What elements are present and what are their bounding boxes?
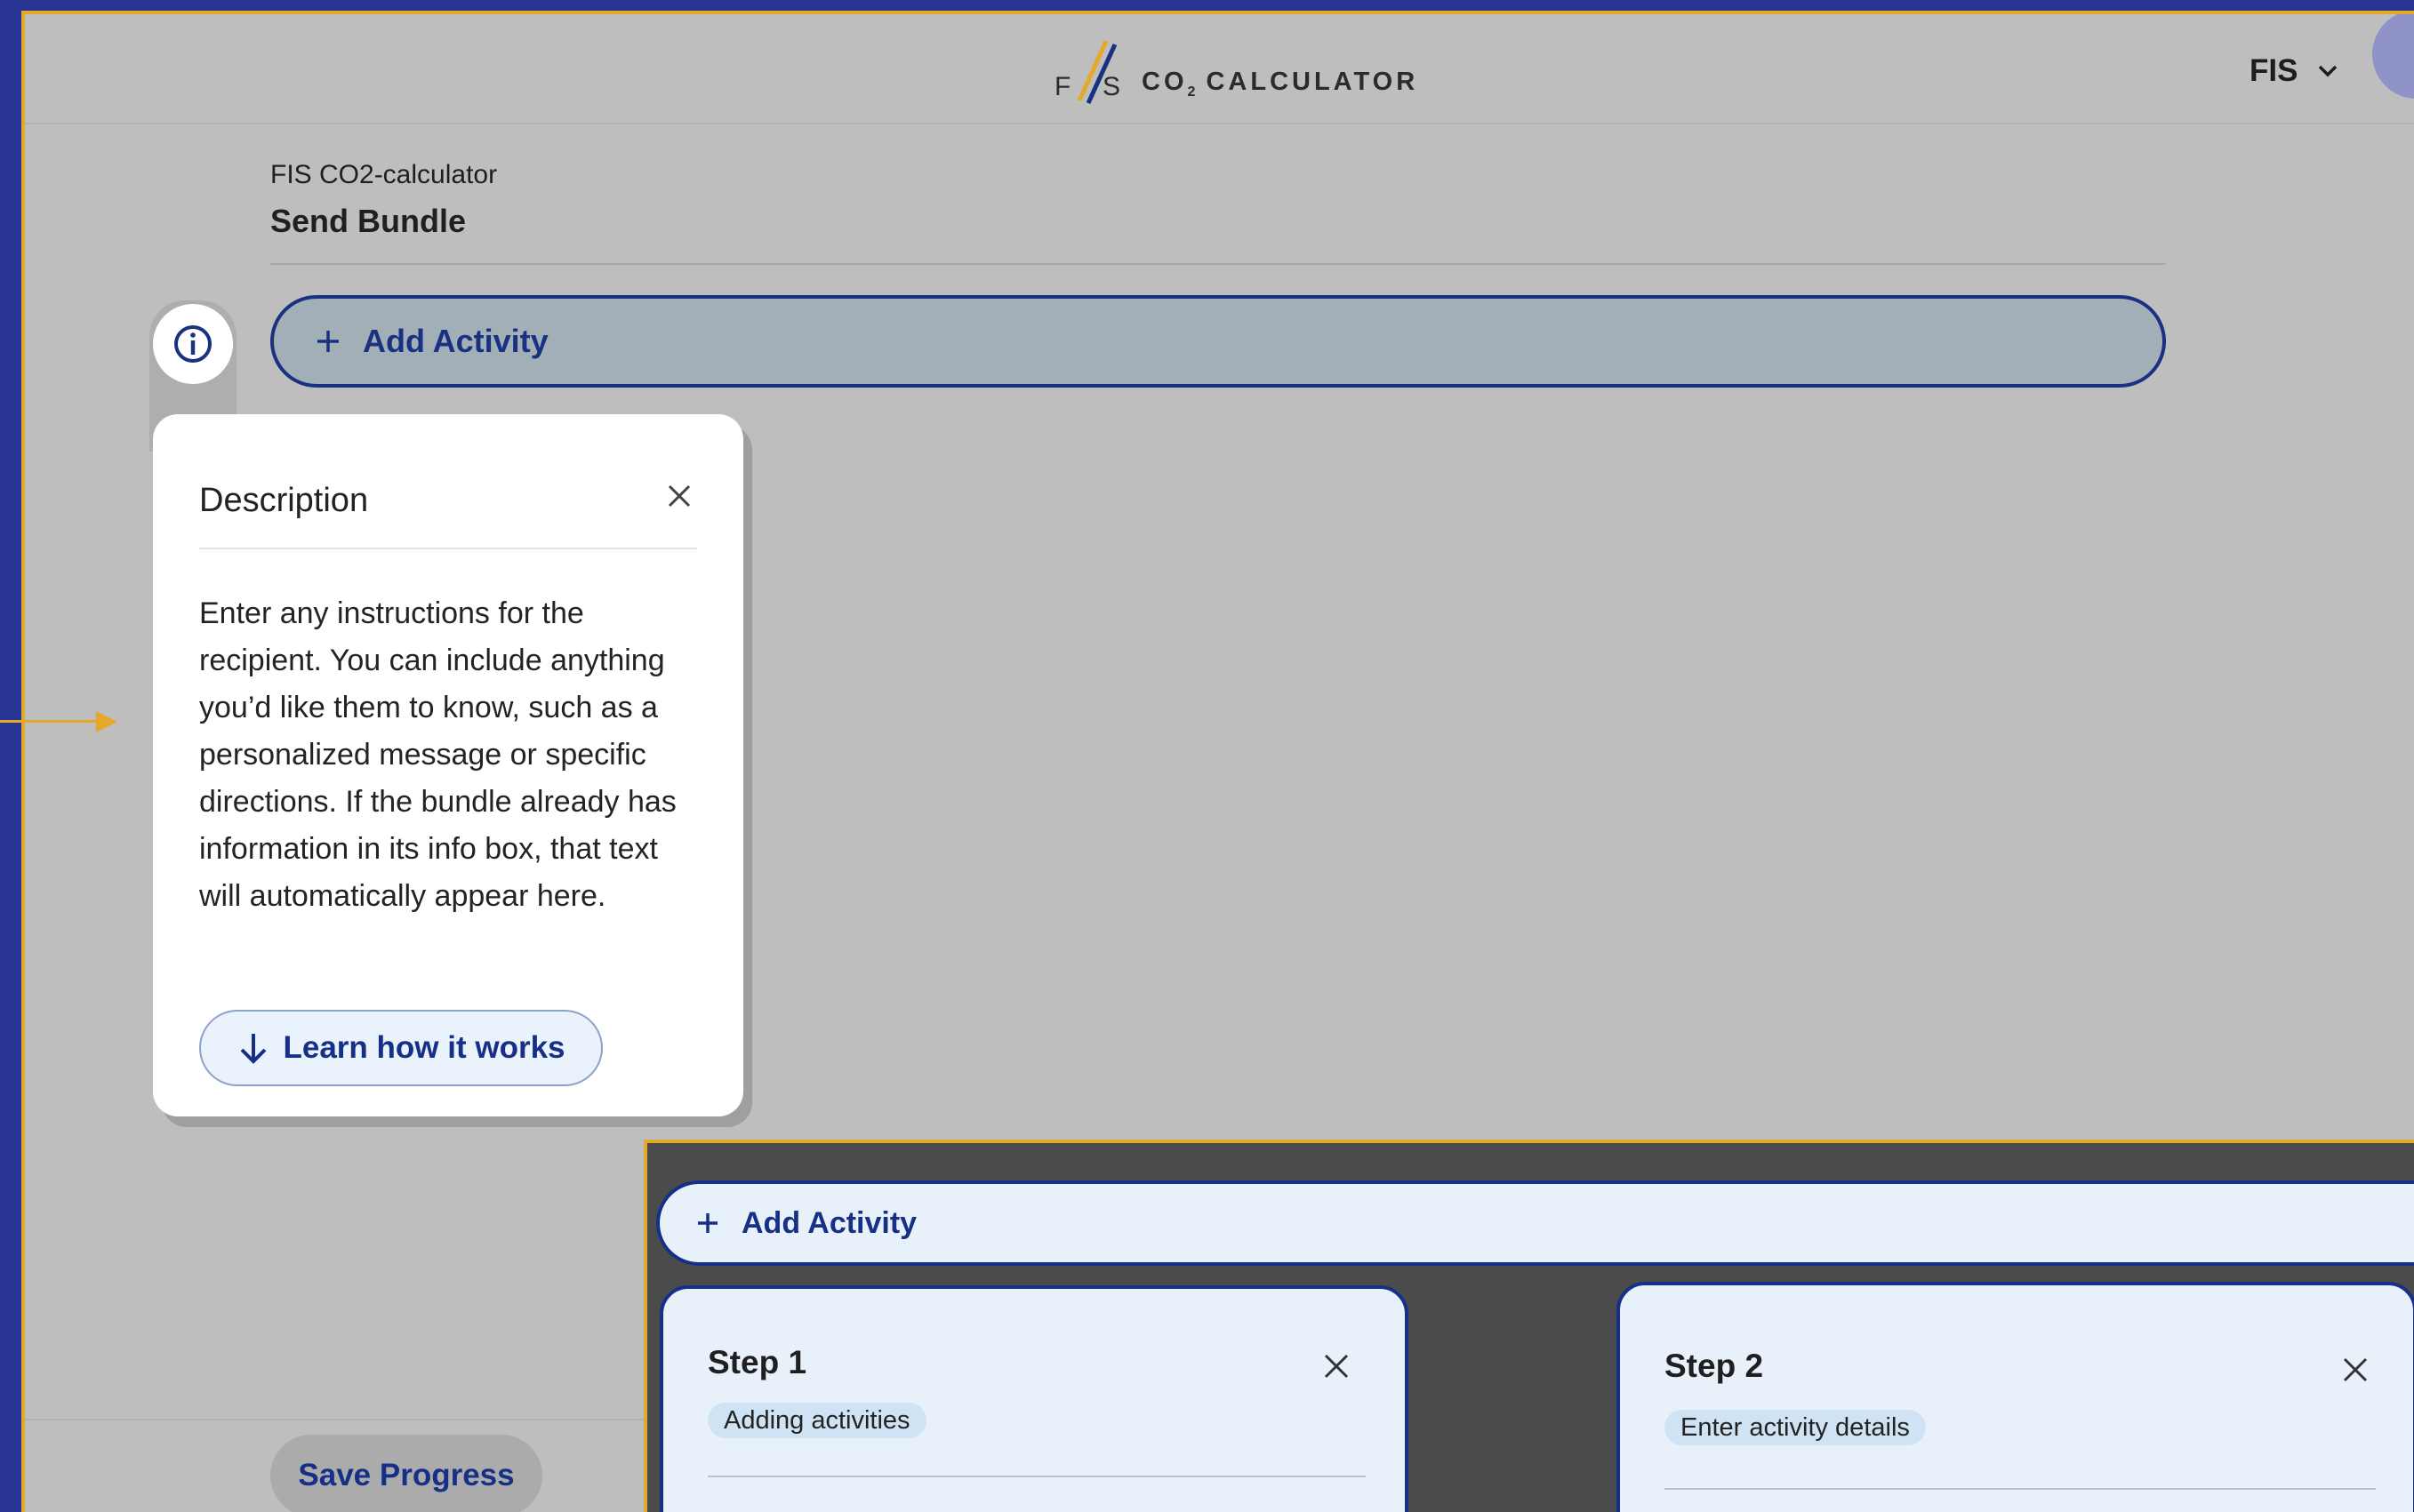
svg-text:F: F [1055, 72, 1071, 101]
pointer-arrow-head [96, 711, 117, 732]
app-frame: F S CO2 CALCULATOR FIS FIS CO2-calculato… [21, 11, 2414, 1512]
info-icon [174, 325, 212, 363]
breadcrumb-parent[interactable]: FIS CO2-calculator [270, 160, 497, 190]
arrow-down-icon [240, 1034, 266, 1064]
step-badge: Adding activities [708, 1403, 926, 1438]
top-bar: F S CO2 CALCULATOR FIS [25, 14, 2414, 124]
page-title: Send Bundle [270, 203, 467, 239]
tutorial-inset: Add Activity Step 1 Adding activities St… [644, 1140, 2414, 1512]
app-title: CO2 CALCULATOR [1142, 68, 1419, 100]
org-menu-label: FIS [2250, 53, 2298, 88]
info-button[interactable] [153, 304, 233, 384]
learn-how-label: Learn how it works [283, 1030, 565, 1065]
popover-body: Enter any instructions for the recipient… [199, 596, 677, 913]
step-divider [1664, 1488, 2376, 1490]
pointer-arrow-line [0, 720, 107, 723]
close-icon [668, 484, 691, 508]
add-activity-button[interactable]: Add Activity [270, 295, 2166, 388]
close-icon [2343, 1357, 2368, 1382]
add-activity-label: Add Activity [363, 323, 549, 359]
org-menu[interactable]: FIS [2250, 53, 2340, 89]
plus-icon [317, 331, 339, 352]
inset-add-activity-label: Add Activity [742, 1205, 918, 1240]
popover-close-button[interactable] [654, 471, 704, 521]
step-close-button[interactable] [1314, 1344, 1359, 1388]
avatar[interactable] [2372, 14, 2414, 99]
learn-how-button[interactable]: Learn how it works [199, 1010, 603, 1086]
step-title: Step 1 [708, 1344, 807, 1380]
step-badge: Enter activity details [1664, 1410, 1926, 1445]
inset-add-activity-button[interactable]: Add Activity [656, 1180, 2414, 1266]
save-progress-button[interactable]: Save Progress [270, 1435, 542, 1512]
step-close-button[interactable] [2333, 1348, 2378, 1392]
divider [270, 263, 2166, 265]
description-popover: Description Enter any instructions for t… [153, 414, 743, 1116]
step-title: Step 2 [1664, 1348, 1764, 1384]
close-icon [1324, 1354, 1349, 1379]
step-card-2: Step 2 Enter activity details [1616, 1282, 2414, 1512]
popover-title: Description [199, 482, 369, 519]
popover-divider [199, 548, 697, 549]
save-progress-label: Save Progress [298, 1458, 515, 1492]
chevron-down-icon [2319, 65, 2338, 77]
step-card-1: Step 1 Adding activities [660, 1285, 1408, 1512]
step-divider [708, 1476, 1366, 1477]
plus-icon [698, 1213, 718, 1233]
svg-text:S: S [1103, 72, 1120, 101]
